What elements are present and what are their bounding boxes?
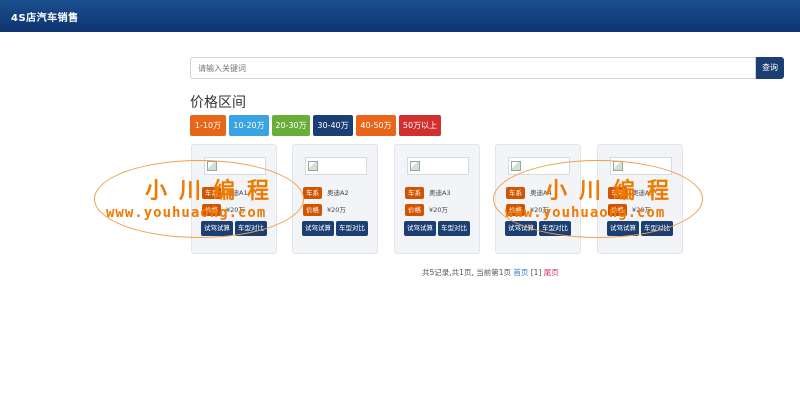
compare-button[interactable]: 车型对比: [336, 221, 368, 236]
price-filter-1-10[interactable]: 1-10万: [190, 115, 226, 136]
pagination: 共5记录,共1页, 当前第1页 首页 [1] 尾页: [422, 267, 559, 278]
series-tag: 车系: [405, 187, 424, 199]
watermark-url: www.youhuaong.com: [505, 205, 666, 221]
search-input[interactable]: [190, 57, 756, 79]
price-value: ¥20万: [327, 206, 346, 214]
last-page-link[interactable]: 尾页: [544, 268, 559, 277]
broken-image-icon: [308, 161, 318, 171]
car-image[interactable]: [407, 157, 469, 175]
top-navbar: 4S店汽车销售: [0, 0, 800, 32]
price-filter-30-40[interactable]: 30-40万: [313, 115, 353, 136]
search-button[interactable]: 查询: [756, 57, 784, 79]
car-card: 车系 奥迪A2 价格 ¥20万 试驾试算 车型对比: [292, 144, 378, 254]
price-filter-10-20[interactable]: 10-20万: [229, 115, 269, 136]
series-tag: 车系: [303, 187, 322, 199]
watermark-text: 小川编程: [545, 178, 682, 204]
test-drive-button[interactable]: 试驾试算: [404, 221, 436, 236]
price-filter-50-plus[interactable]: 50万以上: [399, 115, 441, 136]
car-image[interactable]: [305, 157, 367, 175]
car-card: 车系 奥迪A3 价格 ¥20万 试驾试算 车型对比: [394, 144, 480, 254]
pagination-summary: 共5记录,共1页, 当前第1页: [422, 268, 511, 277]
price-filter-40-50[interactable]: 40-50万: [356, 115, 396, 136]
brand-title[interactable]: 4S店汽车销售: [11, 9, 79, 24]
series-value: 奥迪A2: [327, 189, 349, 197]
price-range-title: 价格区间: [190, 95, 246, 111]
watermark-text: 小川编程: [145, 178, 282, 204]
watermark-url: www.youhuaong.com: [106, 205, 267, 221]
test-drive-button[interactable]: 试驾试算: [302, 221, 334, 236]
first-page-link[interactable]: 首页: [513, 268, 528, 277]
price-filter-20-30[interactable]: 20-30万: [272, 115, 310, 136]
current-page[interactable]: [1]: [531, 268, 542, 277]
broken-image-icon: [410, 161, 420, 171]
price-tag: 价格: [405, 204, 424, 216]
broken-image-icon: [511, 161, 521, 171]
compare-button[interactable]: 车型对比: [438, 221, 470, 236]
price-tag: 价格: [303, 204, 322, 216]
price-value: ¥20万: [429, 206, 448, 214]
series-value: 奥迪A3: [429, 189, 451, 197]
